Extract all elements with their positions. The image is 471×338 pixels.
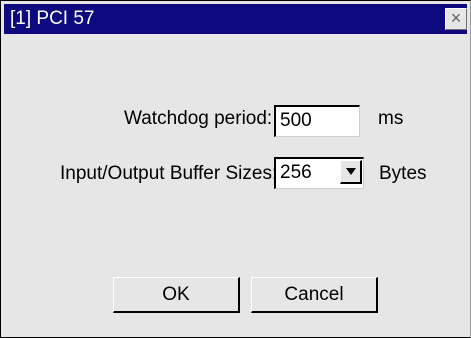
buffer-unit-label: Bytes — [379, 163, 427, 184]
buffer-size-value: 256 — [280, 162, 312, 183]
watchdog-unit-label: ms — [378, 108, 404, 129]
close-button[interactable]: × — [445, 8, 467, 30]
watchdog-period-input[interactable]: 500 — [274, 105, 360, 137]
chevron-down-icon — [346, 168, 356, 175]
watchdog-period-label: Watchdog period: — [124, 108, 273, 129]
title-bar: [1] PCI 57 × — [4, 4, 467, 34]
ok-button[interactable]: OK — [113, 277, 240, 313]
buffer-size-label: Input/Output Buffer Sizes: — [60, 163, 278, 184]
buffer-size-select[interactable]: 256 — [274, 157, 364, 189]
window-title: [1] PCI 57 — [10, 8, 95, 29]
pci-config-dialog: [1] PCI 57 × Watchdog period: 500 ms Inp… — [0, 0, 471, 338]
cancel-button[interactable]: Cancel — [251, 277, 378, 313]
close-icon: × — [450, 8, 462, 28]
dropdown-button[interactable] — [340, 160, 362, 184]
